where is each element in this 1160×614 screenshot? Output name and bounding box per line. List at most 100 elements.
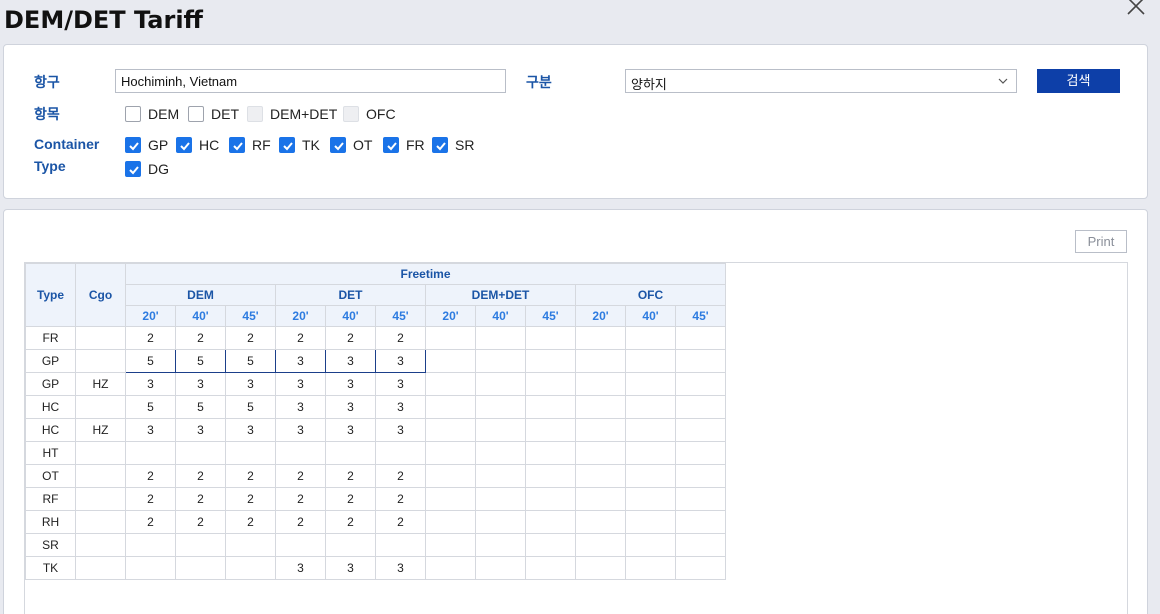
container-type-checkbox-sr[interactable]: SR [432,136,474,154]
cell-value[interactable] [375,441,426,465]
cell-value[interactable] [425,556,476,580]
cell-value[interactable] [625,487,676,511]
cell-value[interactable] [525,395,576,419]
cell-value[interactable]: 3 [325,372,376,396]
cell-value[interactable]: 2 [125,464,176,488]
cell-value[interactable] [475,326,526,350]
cell-value[interactable]: 2 [225,326,276,350]
cell-value[interactable] [475,349,526,373]
cell-value[interactable] [674,510,727,534]
cell-value[interactable] [674,556,727,580]
table-row[interactable]: RF 2 2 2 2 2 2 [25,487,727,511]
cell-value[interactable] [674,441,727,465]
cell-value[interactable] [525,510,576,534]
cell-value[interactable] [125,556,176,580]
cell-value[interactable]: 3 [275,418,326,442]
container-type-checkbox-hc[interactable]: HC [176,136,219,154]
cell-value[interactable]: 3 [125,372,176,396]
cell-value[interactable]: 3 [325,349,376,373]
cell-value[interactable] [475,464,526,488]
cell-value[interactable] [425,510,476,534]
cell-value[interactable] [525,487,576,511]
item-checkbox-dem[interactable]: DEM [125,105,179,123]
cell-value[interactable] [425,418,476,442]
cell-value[interactable]: 2 [225,510,276,534]
cell-value[interactable] [625,326,676,350]
cell-value[interactable] [625,510,676,534]
cell-value[interactable]: 2 [275,487,326,511]
cell-value[interactable] [625,533,676,557]
cell-value[interactable]: 2 [375,487,426,511]
cell-value[interactable] [625,418,676,442]
cell-value[interactable]: 2 [325,326,376,350]
cell-value[interactable]: 5 [125,349,176,373]
cell-value[interactable] [525,556,576,580]
cell-value[interactable]: 2 [325,487,376,511]
table-row[interactable]: TK 3 3 3 [25,556,727,580]
cell-value[interactable] [625,395,676,419]
cell-value[interactable] [425,464,476,488]
cell-value[interactable] [175,556,226,580]
cell-value[interactable] [625,349,676,373]
table-row[interactable]: SR [25,533,727,557]
cell-value[interactable] [275,533,326,557]
cell-value[interactable] [325,441,376,465]
cell-value[interactable]: 2 [275,326,326,350]
cell-value[interactable]: 5 [125,395,176,419]
cell-value[interactable] [625,464,676,488]
cell-value[interactable]: 5 [225,395,276,419]
cell-value[interactable] [425,372,476,396]
cell-value[interactable] [674,464,727,488]
cell-value[interactable]: 3 [275,395,326,419]
cell-value[interactable] [525,349,576,373]
cell-value[interactable] [575,395,626,419]
cell-value[interactable]: 2 [325,510,376,534]
cell-value[interactable] [575,464,626,488]
cell-value[interactable]: 2 [125,510,176,534]
cell-value[interactable]: 3 [325,556,376,580]
cell-value[interactable] [425,326,476,350]
cell-value[interactable]: 2 [175,487,226,511]
container-type-checkbox-gp[interactable]: GP [125,136,168,154]
cell-value[interactable]: 3 [325,395,376,419]
cell-value[interactable]: 5 [175,349,226,373]
cell-value[interactable] [125,533,176,557]
cell-value[interactable] [674,349,727,373]
cell-value[interactable] [125,441,176,465]
cell-value[interactable]: 2 [375,510,426,534]
table-row[interactable]: HT [25,441,727,465]
table-row[interactable]: HC HZ 3 3 3 3 3 3 [25,418,727,442]
cell-value[interactable]: 3 [375,395,426,419]
cell-value[interactable]: 2 [175,326,226,350]
search-button[interactable]: 검색 [1037,69,1120,93]
cell-value[interactable]: 2 [125,326,176,350]
cell-value[interactable]: 2 [375,326,426,350]
cell-value[interactable] [575,326,626,350]
cell-value[interactable]: 2 [275,464,326,488]
cell-value[interactable] [425,349,476,373]
cell-value[interactable] [175,533,226,557]
cell-value[interactable] [525,464,576,488]
cell-value[interactable] [225,556,276,580]
cell-value[interactable]: 3 [125,418,176,442]
cell-value[interactable]: 2 [175,464,226,488]
cell-value[interactable] [375,533,426,557]
container-type-checkbox-ot[interactable]: OT [330,136,372,154]
cell-value[interactable] [625,372,676,396]
cell-value[interactable] [475,372,526,396]
cell-value[interactable]: 3 [275,349,326,373]
cell-value[interactable]: 3 [275,556,326,580]
cell-value[interactable] [575,487,626,511]
cell-value[interactable] [674,418,727,442]
cell-value[interactable]: 2 [375,464,426,488]
container-type-checkbox-fr[interactable]: FR [383,136,425,154]
cell-value[interactable] [425,395,476,419]
cell-value[interactable] [475,556,526,580]
item-checkbox-det[interactable]: DET [188,105,239,123]
close-icon[interactable] [1124,0,1148,18]
cell-value[interactable] [674,372,727,396]
cell-value[interactable]: 5 [225,349,276,373]
table-row[interactable]: OT 2 2 2 2 2 2 [25,464,727,488]
cell-value[interactable]: 3 [375,556,426,580]
cell-value[interactable] [575,510,626,534]
